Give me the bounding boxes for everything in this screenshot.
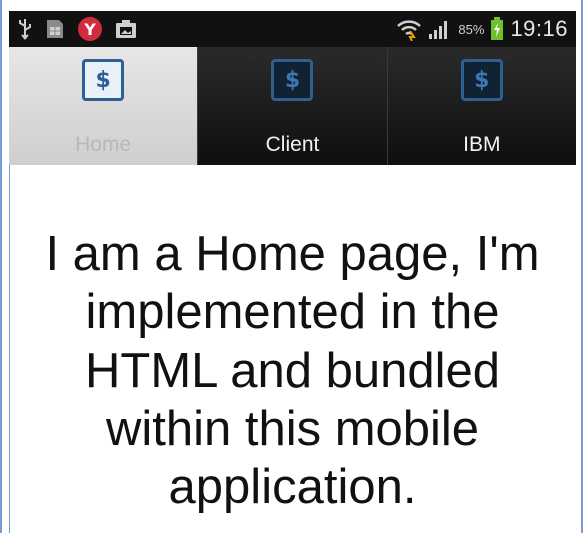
system-icons: 85% 19:16	[396, 16, 568, 42]
dollar-icon: $	[82, 59, 125, 101]
dollar-glyph: $	[474, 67, 490, 93]
dollar-icon: $	[460, 59, 503, 101]
tab-home-label: Home	[75, 133, 132, 156]
usb-icon	[17, 18, 33, 40]
tab-home[interactable]: $ Home	[9, 47, 199, 165]
dollar-icon: $	[271, 59, 314, 101]
battery-icon	[490, 17, 504, 41]
dollar-glyph: $	[95, 67, 111, 93]
sim-icon	[45, 18, 65, 40]
yandex-icon: Y	[77, 16, 103, 42]
wifi-icon	[396, 17, 422, 41]
tab-ibm[interactable]: $ IBM	[387, 47, 576, 165]
tab-ibm-label: IBM	[463, 133, 501, 156]
tab-client-label: Client	[265, 133, 320, 156]
tab-bar: $ Home $ Client $ IBM	[9, 47, 576, 165]
notification-icons: Y	[17, 16, 137, 42]
battery-percent: 85%	[458, 21, 485, 37]
home-page-text: I am a Home page, I'm implemented in the…	[45, 227, 540, 515]
page-content: I am a Home page, I'm implemented in the…	[9, 165, 576, 533]
app-frame: Y 85% 19:16 $ Home $ Client $ IBM I am a…	[0, 0, 583, 533]
tab-client[interactable]: $ Client	[198, 47, 388, 165]
dollar-glyph: $	[284, 67, 301, 93]
content-left-border	[9, 165, 10, 533]
status-clock: 19:16	[510, 16, 568, 41]
signal-icon	[428, 18, 452, 40]
status-bar: Y 85% 19:16	[9, 11, 576, 47]
svg-text:Y: Y	[83, 20, 96, 39]
gallery-icon	[115, 19, 137, 39]
